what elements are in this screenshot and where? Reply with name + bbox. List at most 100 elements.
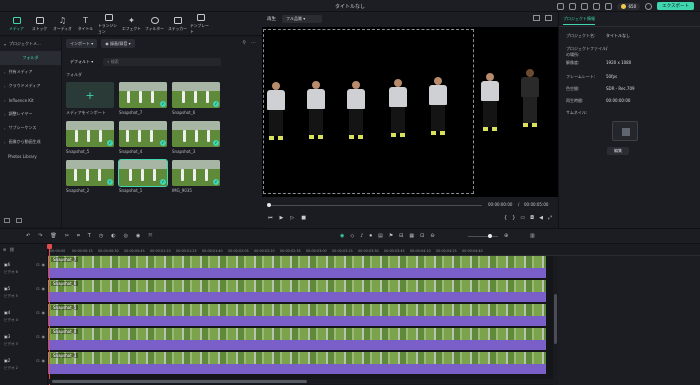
keyframe-icon[interactable]: ◇: [350, 233, 354, 239]
tab-audio[interactable]: ♫ オーディオ: [52, 12, 73, 36]
crop-icon[interactable]: ⌗: [77, 233, 80, 239]
audio-icon[interactable]: ♪: [360, 233, 363, 239]
cloud-icon[interactable]: [593, 2, 601, 10]
export-button[interactable]: エクスポート: [657, 2, 694, 10]
transform-icon[interactable]: ⤧: [148, 233, 152, 239]
timeline-ruler[interactable]: 00:00:00 00:00:00:15 00:00:00:30 00:00:0…: [48, 244, 700, 256]
media-item[interactable]: ✓ Snapshot_2: [66, 160, 114, 195]
tab-filter[interactable]: フィルター: [144, 12, 165, 36]
monitor-icon[interactable]: ▭: [520, 215, 525, 221]
split-icon[interactable]: ⊟: [399, 233, 403, 239]
media-item[interactable]: ✓ Snapshot_6: [172, 82, 220, 117]
lock-icon[interactable]: ⊡: [36, 334, 39, 339]
step-back-icon[interactable]: ⏮: [268, 215, 273, 221]
snapshot-icon[interactable]: ◘: [530, 215, 534, 221]
folder-icon[interactable]: [16, 218, 22, 223]
stop-icon[interactable]: ■: [301, 215, 306, 221]
sidebar-item-image-to-video[interactable]: › 画像から動画生成: [0, 135, 61, 149]
media-item[interactable]: ✓ Snapshot_4: [119, 121, 167, 156]
tab-template[interactable]: テンプレート: [190, 12, 211, 36]
tab-media[interactable]: メディア: [6, 12, 27, 36]
undo-icon[interactable]: ↶: [26, 233, 30, 239]
lock-icon[interactable]: ⊡: [36, 286, 39, 291]
compare-view-icon[interactable]: [533, 15, 540, 21]
lock-icon[interactable]: ⊡: [36, 358, 39, 363]
zoom-out-icon[interactable]: ⊖: [430, 233, 434, 239]
track-header[interactable]: ▣6 ビデオ 6 ⊡ ◉: [2, 258, 46, 282]
import-dropdown[interactable]: インポート ▾: [66, 39, 98, 48]
horizontal-scrollbar[interactable]: [48, 379, 553, 384]
snap-icon[interactable]: ⊡: [420, 233, 424, 239]
zoom-in-icon[interactable]: ⊕: [504, 233, 508, 239]
ai-icon[interactable]: ◎: [124, 233, 128, 239]
credits-badge[interactable]: 650: [617, 2, 641, 10]
add-track-icon[interactable]: ⊞: [3, 247, 6, 252]
image-icon[interactable]: [545, 15, 552, 21]
marker-icon[interactable]: ⚑: [389, 233, 393, 239]
sidebar-item-adjustment-layer[interactable]: › 調整レイヤー: [0, 107, 61, 121]
eye-icon[interactable]: ◉: [42, 286, 46, 291]
speed-icon[interactable]: ◷: [99, 233, 103, 239]
media-item[interactable]: ✓ Snapshot_5: [66, 121, 114, 156]
zoom-slider-handle[interactable]: [488, 234, 492, 238]
media-item[interactable]: ✓ Snapshot_7: [119, 82, 167, 117]
sidebar-item-folder[interactable]: フォルダ: [0, 51, 61, 65]
sidebar-item-subsequence[interactable]: › サブシーケンス: [0, 121, 61, 135]
grid-view-icon[interactable]: ▦: [409, 233, 414, 239]
record-voice-icon[interactable]: ◉: [136, 233, 140, 239]
lock-icon[interactable]: ⊡: [36, 310, 39, 315]
eye-icon[interactable]: ◉: [42, 358, 46, 363]
sidebar-item-cloud-media[interactable]: › クラウドメディア: [0, 79, 61, 93]
record-dropdown[interactable]: ◉ 録画/録音 ▾: [101, 39, 135, 48]
fullscreen-icon[interactable]: ⤢: [548, 215, 552, 221]
tab-title[interactable]: T タイトル: [75, 12, 96, 36]
render-preview-icon[interactable]: ◉: [340, 233, 344, 239]
color-icon[interactable]: ◐: [111, 233, 115, 239]
volume-icon[interactable]: ◀: [539, 215, 543, 221]
scrubber-handle[interactable]: [267, 203, 271, 207]
quality-dropdown[interactable]: フル品質 ▾: [282, 15, 322, 23]
preview-canvas[interactable]: [262, 27, 558, 197]
notification-icon[interactable]: [569, 2, 577, 10]
timeline-zoom-slider[interactable]: [468, 234, 498, 238]
video-clip[interactable]: Snapshot_6: [48, 280, 546, 304]
thumbnail-preview[interactable]: [612, 121, 638, 141]
mic-icon[interactable]: ⏺: [369, 233, 372, 239]
tab-sticker[interactable]: ステッカー: [167, 12, 188, 36]
mark-in-icon[interactable]: {: [504, 215, 507, 221]
track-header[interactable]: ▣5 ビデオ 5 ⊡ ◉: [2, 282, 46, 306]
grid-icon[interactable]: [605, 2, 613, 10]
eye-icon[interactable]: ◉: [42, 334, 46, 339]
upload-icon[interactable]: [557, 2, 565, 10]
mark-out-icon[interactable]: }: [512, 215, 515, 221]
search-input[interactable]: ⌕ 検索: [103, 57, 222, 66]
video-clip[interactable]: Snapshot_3: [48, 352, 546, 376]
lock-icon[interactable]: ⊡: [36, 262, 39, 267]
account-icon[interactable]: [645, 2, 653, 10]
cut-icon[interactable]: ✂: [65, 233, 69, 239]
tab-transition[interactable]: トランジション: [98, 12, 119, 36]
eye-icon[interactable]: ◉: [42, 262, 46, 267]
video-clip[interactable]: Snapshot_5: [48, 304, 546, 328]
settings-icon[interactable]: [581, 2, 589, 10]
delete-icon[interactable]: 🗑: [50, 233, 56, 239]
more-icon[interactable]: ⋯: [251, 40, 256, 46]
new-folder-icon[interactable]: [4, 218, 10, 223]
track-header[interactable]: ▣4 ビデオ 4 ⊡ ◉: [2, 306, 46, 330]
tab-project-info[interactable]: プロジェクト情報: [563, 16, 595, 25]
video-clip[interactable]: Snapshot_4: [48, 328, 546, 352]
edit-thumbnail-button[interactable]: 編集: [607, 147, 629, 155]
sidebar-item-shared-media[interactable]: › 共有メディア: [0, 65, 61, 79]
timeline-more-icon[interactable]: ▥: [530, 233, 535, 239]
media-item[interactable]: ✓ Snapshot_3: [172, 121, 220, 156]
tab-stock[interactable]: ストック: [29, 12, 50, 36]
video-clip[interactable]: Snapshot_7: [48, 256, 546, 280]
link-icon[interactable]: ⛓: [9, 247, 14, 252]
playhead[interactable]: [47, 244, 52, 385]
playback-scrubber[interactable]: [267, 203, 482, 207]
sidebar-item-photos-library[interactable]: Photos Library: [0, 149, 61, 163]
track-header[interactable]: ▣3 ビデオ 3 ⊡ ◉: [2, 330, 46, 354]
chapter-icon[interactable]: ▤: [378, 233, 383, 239]
media-item[interactable]: ✓ Snapshot_1: [118, 159, 168, 195]
play-loop-icon[interactable]: ▷: [290, 215, 294, 221]
